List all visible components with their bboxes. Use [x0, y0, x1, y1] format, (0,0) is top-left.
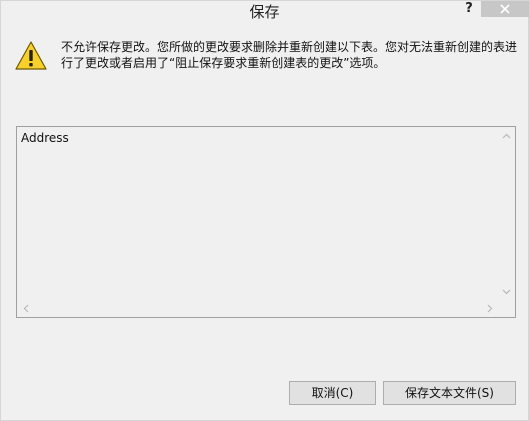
cancel-button[interactable]: 取消(C)	[289, 381, 376, 405]
chevron-right-icon	[487, 304, 492, 313]
chevron-left-icon	[23, 304, 28, 313]
scrollbar-corner	[498, 300, 515, 317]
table-list[interactable]: Address	[16, 126, 516, 318]
scroll-left-arrow[interactable]	[17, 300, 34, 317]
chevron-down-icon	[502, 289, 511, 294]
warning-message: 不允许保存更改。您所做的更改要求删除并重新创建以下表。您对无法重新创建的表进行了…	[61, 40, 518, 70]
warning-icon	[14, 40, 48, 72]
scroll-right-arrow[interactable]	[481, 300, 498, 317]
title-bar[interactable]: 保存 ?	[1, 1, 529, 23]
save-text-file-button[interactable]: 保存文本文件(S)	[383, 381, 516, 405]
vertical-scrollbar[interactable]	[498, 127, 515, 300]
scroll-up-arrow[interactable]	[498, 127, 515, 144]
help-button[interactable]: ?	[459, 1, 479, 19]
scroll-down-arrow[interactable]	[498, 283, 515, 300]
close-icon	[500, 4, 510, 14]
horizontal-scrollbar[interactable]	[17, 300, 498, 317]
table-list-item[interactable]: Address	[21, 130, 69, 146]
window-title: 保存	[249, 3, 280, 21]
save-dialog: 保存 ? 不允许保存更改。您所做的更改要求删除并重新创建以下表。您对无法重新创建…	[0, 0, 529, 421]
chevron-up-icon	[502, 133, 511, 138]
close-button[interactable]	[481, 1, 529, 17]
